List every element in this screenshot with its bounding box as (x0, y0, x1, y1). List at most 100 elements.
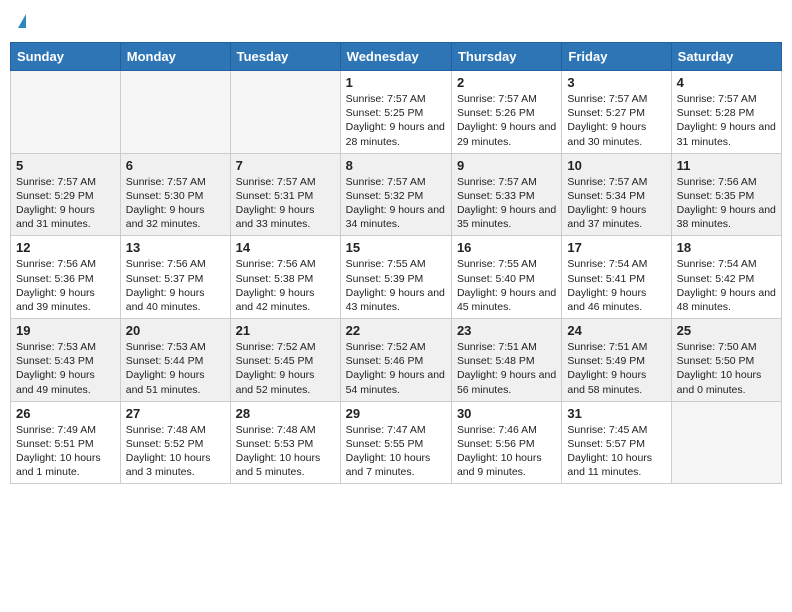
calendar-cell: 17 Sunrise: 7:54 AM Sunset: 5:41 PM Dayli… (562, 236, 671, 319)
weekday-header-tuesday: Tuesday (230, 43, 340, 71)
calendar-cell: 20 Sunrise: 7:53 AM Sunset: 5:44 PM Dayli… (120, 319, 230, 402)
day-detail: Sunrise: 7:55 AM Sunset: 5:40 PM Dayligh… (457, 257, 556, 314)
calendar-cell (671, 401, 781, 484)
page-header (10, 10, 782, 34)
day-number: 23 (457, 323, 556, 338)
day-detail: Sunrise: 7:57 AM Sunset: 5:27 PM Dayligh… (567, 92, 665, 149)
day-number: 7 (236, 158, 335, 173)
day-number: 1 (346, 75, 446, 90)
day-number: 5 (16, 158, 115, 173)
day-detail: Sunrise: 7:54 AM Sunset: 5:42 PM Dayligh… (677, 257, 776, 314)
day-detail: Sunrise: 7:55 AM Sunset: 5:39 PM Dayligh… (346, 257, 446, 314)
day-detail: Sunrise: 7:53 AM Sunset: 5:44 PM Dayligh… (126, 340, 225, 397)
day-number: 21 (236, 323, 335, 338)
day-number: 17 (567, 240, 665, 255)
day-number: 28 (236, 406, 335, 421)
weekday-header-monday: Monday (120, 43, 230, 71)
day-detail: Sunrise: 7:51 AM Sunset: 5:49 PM Dayligh… (567, 340, 665, 397)
day-number: 6 (126, 158, 225, 173)
weekday-header-row: SundayMondayTuesdayWednesdayThursdayFrid… (11, 43, 782, 71)
weekday-header-thursday: Thursday (451, 43, 561, 71)
day-number: 4 (677, 75, 776, 90)
weekday-header-sunday: Sunday (11, 43, 121, 71)
calendar-cell: 8 Sunrise: 7:57 AM Sunset: 5:32 PM Daylig… (340, 153, 451, 236)
day-number: 20 (126, 323, 225, 338)
day-number: 18 (677, 240, 776, 255)
calendar-week-row: 5Sunrise: 7:57 AM Sunset: 5:29 PM Daylig… (11, 153, 782, 236)
day-number: 24 (567, 323, 665, 338)
day-detail: Sunrise: 7:57 AM Sunset: 5:25 PM Dayligh… (346, 92, 446, 149)
calendar-cell: 25 Sunrise: 7:50 AM Sunset: 5:50 PM Dayli… (671, 319, 781, 402)
day-number: 8 (346, 158, 446, 173)
day-detail: Sunrise: 7:56 AM Sunset: 5:35 PM Dayligh… (677, 175, 776, 232)
day-detail: Sunrise: 7:56 AM Sunset: 5:36 PM Dayligh… (16, 257, 115, 314)
calendar-cell: 9Sunrise: 7:57 AM Sunset: 5:33 PM Daylig… (451, 153, 561, 236)
day-detail: Sunrise: 7:57 AM Sunset: 5:26 PM Dayligh… (457, 92, 556, 149)
day-detail: Sunrise: 7:57 AM Sunset: 5:34 PM Dayligh… (567, 175, 665, 232)
calendar-cell (120, 71, 230, 154)
day-detail: Sunrise: 7:48 AM Sunset: 5:52 PM Dayligh… (126, 423, 225, 480)
day-detail: Sunrise: 7:45 AM Sunset: 5:57 PM Dayligh… (567, 423, 665, 480)
day-number: 3 (567, 75, 665, 90)
day-number: 10 (567, 158, 665, 173)
calendar-cell: 22 Sunrise: 7:52 AM Sunset: 5:46 PM Dayli… (340, 319, 451, 402)
calendar-cell: 4 Sunrise: 7:57 AM Sunset: 5:28 PM Daylig… (671, 71, 781, 154)
calendar-week-row: 12Sunrise: 7:56 AM Sunset: 5:36 PM Dayli… (11, 236, 782, 319)
day-number: 15 (346, 240, 446, 255)
day-number: 27 (126, 406, 225, 421)
calendar-cell: 10 Sunrise: 7:57 AM Sunset: 5:34 PM Dayli… (562, 153, 671, 236)
calendar-cell: 21Sunrise: 7:52 AM Sunset: 5:45 PM Dayli… (230, 319, 340, 402)
calendar-week-row: 26 Sunrise: 7:49 AM Sunset: 5:51 PM Dayli… (11, 401, 782, 484)
calendar-cell: 14 Sunrise: 7:56 AM Sunset: 5:38 PM Dayli… (230, 236, 340, 319)
weekday-header-friday: Friday (562, 43, 671, 71)
day-detail: Sunrise: 7:57 AM Sunset: 5:28 PM Dayligh… (677, 92, 776, 149)
day-number: 13 (126, 240, 225, 255)
day-number: 22 (346, 323, 446, 338)
day-detail: Sunrise: 7:57 AM Sunset: 5:32 PM Dayligh… (346, 175, 446, 232)
calendar-cell: 30Sunrise: 7:46 AM Sunset: 5:56 PM Dayli… (451, 401, 561, 484)
calendar-cell: 5Sunrise: 7:57 AM Sunset: 5:29 PM Daylig… (11, 153, 121, 236)
day-number: 9 (457, 158, 556, 173)
calendar-cell: 27 Sunrise: 7:48 AM Sunset: 5:52 PM Dayli… (120, 401, 230, 484)
day-detail: Sunrise: 7:53 AM Sunset: 5:43 PM Dayligh… (16, 340, 115, 397)
calendar-cell: 28 Sunrise: 7:48 AM Sunset: 5:53 PM Dayli… (230, 401, 340, 484)
weekday-header-saturday: Saturday (671, 43, 781, 71)
day-number: 19 (16, 323, 115, 338)
day-number: 16 (457, 240, 556, 255)
day-detail: Sunrise: 7:48 AM Sunset: 5:53 PM Dayligh… (236, 423, 335, 480)
day-detail: Sunrise: 7:54 AM Sunset: 5:41 PM Dayligh… (567, 257, 665, 314)
calendar-cell: 7Sunrise: 7:57 AM Sunset: 5:31 PM Daylig… (230, 153, 340, 236)
day-number: 26 (16, 406, 115, 421)
day-number: 14 (236, 240, 335, 255)
day-number: 25 (677, 323, 776, 338)
day-number: 31 (567, 406, 665, 421)
calendar-cell: 18 Sunrise: 7:54 AM Sunset: 5:42 PM Dayli… (671, 236, 781, 319)
day-number: 2 (457, 75, 556, 90)
calendar-cell (230, 71, 340, 154)
calendar-cell: 2 Sunrise: 7:57 AM Sunset: 5:26 PM Daylig… (451, 71, 561, 154)
calendar-cell: 13 Sunrise: 7:56 AM Sunset: 5:37 PM Dayli… (120, 236, 230, 319)
calendar-cell: 15 Sunrise: 7:55 AM Sunset: 5:39 PM Dayli… (340, 236, 451, 319)
calendar-cell: 23 Sunrise: 7:51 AM Sunset: 5:48 PM Dayli… (451, 319, 561, 402)
day-detail: Sunrise: 7:47 AM Sunset: 5:55 PM Dayligh… (346, 423, 446, 480)
day-detail: Sunrise: 7:56 AM Sunset: 5:38 PM Dayligh… (236, 257, 335, 314)
calendar-cell: 29 Sunrise: 7:47 AM Sunset: 5:55 PM Dayli… (340, 401, 451, 484)
day-detail: Sunrise: 7:52 AM Sunset: 5:46 PM Dayligh… (346, 340, 446, 397)
logo (16, 14, 26, 30)
day-detail: Sunrise: 7:56 AM Sunset: 5:37 PM Dayligh… (126, 257, 225, 314)
day-number: 29 (346, 406, 446, 421)
day-detail: Sunrise: 7:50 AM Sunset: 5:50 PM Dayligh… (677, 340, 776, 397)
calendar-cell: 24 Sunrise: 7:51 AM Sunset: 5:49 PM Dayli… (562, 319, 671, 402)
day-detail: Sunrise: 7:49 AM Sunset: 5:51 PM Dayligh… (16, 423, 115, 480)
calendar-cell: 3 Sunrise: 7:57 AM Sunset: 5:27 PM Daylig… (562, 71, 671, 154)
day-detail: Sunrise: 7:46 AM Sunset: 5:56 PM Dayligh… (457, 423, 556, 480)
calendar-table: SundayMondayTuesdayWednesdayThursdayFrid… (10, 42, 782, 484)
calendar-cell: 19 Sunrise: 7:53 AM Sunset: 5:43 PM Dayli… (11, 319, 121, 402)
calendar-cell: 12Sunrise: 7:56 AM Sunset: 5:36 PM Dayli… (11, 236, 121, 319)
logo-triangle-icon (18, 14, 26, 28)
calendar-cell (11, 71, 121, 154)
day-detail: Sunrise: 7:51 AM Sunset: 5:48 PM Dayligh… (457, 340, 556, 397)
calendar-cell: 31 Sunrise: 7:45 AM Sunset: 5:57 PM Dayli… (562, 401, 671, 484)
day-detail: Sunrise: 7:57 AM Sunset: 5:30 PM Dayligh… (126, 175, 225, 232)
weekday-header-wednesday: Wednesday (340, 43, 451, 71)
